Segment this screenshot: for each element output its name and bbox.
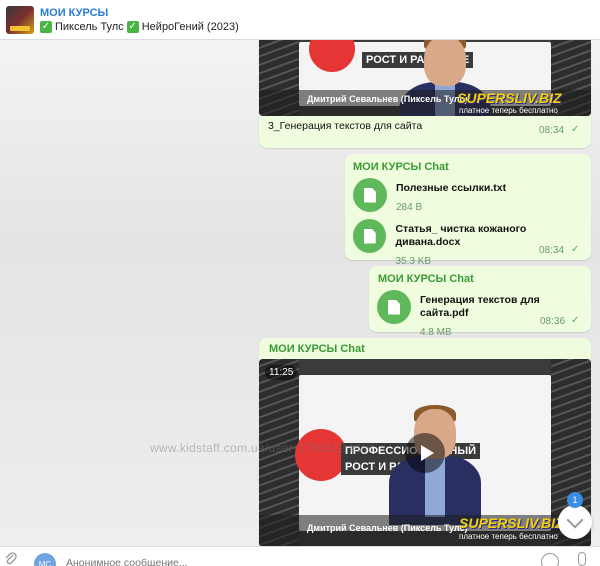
file-attachment[interactable]: Полезные ссылки.txt 284 B bbox=[353, 178, 506, 214]
video-thumbnail[interactable]: РОСТ И РАЗВИТИЕ Дмитрий Севальнев (Пиксе… bbox=[259, 40, 591, 116]
message-sender[interactable]: МОИ КУРСЫ Chat bbox=[353, 161, 449, 173]
file-message[interactable]: МОИ КУРСЫ Chat Полезные ссылки.txt 284 B… bbox=[345, 154, 591, 267]
message-time: 08:36 bbox=[540, 316, 566, 327]
scroll-down-button[interactable] bbox=[558, 505, 592, 539]
file-icon[interactable] bbox=[353, 219, 387, 253]
channel-subtitle: ✓ Пиксель Тулс ✓ НейроГений (2023) bbox=[40, 20, 239, 34]
brand-logo: SUPERSLIV.BIZ bbox=[457, 90, 562, 106]
message-sender[interactable]: МОИ КУРСЫ Chat bbox=[378, 273, 474, 285]
check-icon: ✓ bbox=[126, 20, 139, 33]
read-check-icon: ✓ bbox=[571, 244, 580, 255]
check-icon: ✓ bbox=[40, 20, 52, 33]
file-icon[interactable] bbox=[353, 178, 387, 212]
microphone-icon[interactable] bbox=[578, 552, 586, 566]
file-message[interactable]: МОИ КУРСЫ Chat Генерация текстов для сай… bbox=[369, 266, 591, 338]
header-text: МОИ КУРСЫ ✓ Пиксель Тулс ✓ НейроГений (2… bbox=[40, 6, 239, 34]
channel-avatar[interactable] bbox=[6, 5, 34, 34]
brand-tagline: платное теперь бесплатно bbox=[459, 532, 558, 541]
brand-logo: SUPERSLIV.BIZ bbox=[459, 515, 564, 531]
red-circle-graphic bbox=[295, 429, 347, 481]
file-size: 284 B bbox=[396, 202, 423, 213]
message-sender[interactable]: МОИ КУРСЫ Chat bbox=[269, 343, 365, 355]
message-time: 08:34 bbox=[539, 245, 565, 256]
file-attachment[interactable]: Генерация текстов для сайта.pdf 4.8 MB bbox=[377, 290, 591, 339]
video-caption: 3_Генерация текстов для сайта bbox=[268, 120, 423, 132]
chat-header[interactable]: МОИ КУРСЫ ✓ Пиксель Тулс ✓ НейроГений (2… bbox=[0, 0, 600, 40]
video-message[interactable]: РОСТ И РАЗВИТИЕ Дмитрий Севальнев (Пиксе… bbox=[259, 40, 591, 148]
channel-title[interactable]: МОИ КУРСЫ bbox=[40, 6, 239, 20]
attach-icon[interactable] bbox=[4, 552, 18, 566]
unread-count-badge: 1 bbox=[567, 492, 583, 508]
brand-tagline: платное теперь бесплатно bbox=[459, 106, 558, 115]
read-check-icon: ✓ bbox=[571, 315, 580, 326]
watermark: www.kidstaff.com.ua/user-1756512.html bbox=[150, 441, 374, 455]
file-attachment[interactable]: Статья_ чистка кожаного дивана.docx 35.3… bbox=[353, 219, 591, 268]
read-check-icon: ✓ bbox=[571, 124, 580, 135]
subtitle-part2: НейроГений (2023) bbox=[141, 20, 239, 33]
message-time: 08:34 bbox=[539, 125, 565, 136]
subtitle-part1: Пиксель Тулс bbox=[55, 20, 124, 33]
speaker-name: Дмитрий Севальнев (Пиксель Тулс) bbox=[307, 523, 468, 533]
video-duration: 11:25 bbox=[265, 365, 298, 380]
file-name: Генерация текстов для сайта.pdf bbox=[419, 294, 540, 319]
chat-area[interactable]: РОСТ И РАЗВИТИЕ Дмитрий Севальнев (Пиксе… bbox=[0, 40, 600, 546]
file-name: Полезные ссылки.txt bbox=[396, 182, 507, 194]
speaker-name: Дмитрий Севальнев (Пиксель Тулс) bbox=[307, 94, 468, 104]
play-icon[interactable] bbox=[405, 433, 445, 473]
message-input[interactable] bbox=[66, 557, 266, 566]
file-icon[interactable] bbox=[377, 290, 411, 324]
emoji-icon[interactable] bbox=[541, 553, 559, 566]
